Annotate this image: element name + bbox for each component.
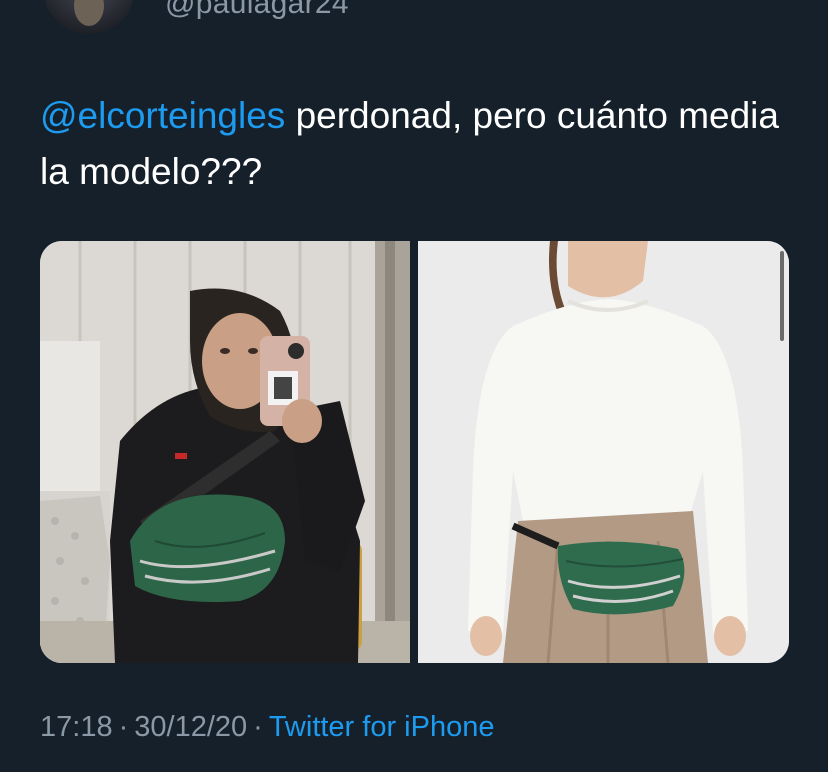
media-photo-right[interactable] bbox=[418, 241, 789, 663]
mirror-selfie-image bbox=[40, 241, 410, 663]
avatar[interactable] bbox=[44, 0, 134, 34]
meta-separator: · bbox=[118, 711, 129, 743]
meta-separator: · bbox=[253, 711, 263, 743]
tweet-text: @elcorteingles perdonad, pero cuánto med… bbox=[40, 88, 800, 200]
media-photo-left[interactable] bbox=[40, 241, 410, 663]
media-grid bbox=[40, 241, 789, 663]
tweet-header: @paulagar24 bbox=[0, 0, 828, 60]
mention-link[interactable]: @elcorteingles bbox=[40, 95, 285, 136]
avatar-face bbox=[74, 0, 104, 26]
tweet-time[interactable]: 17:18 bbox=[40, 711, 113, 743]
user-handle[interactable]: @paulagar24 bbox=[165, 0, 349, 21]
model-product-image bbox=[418, 241, 789, 663]
tweet-meta: 17:18 · 30/12/20 · Twitter for iPhone bbox=[40, 711, 494, 744]
tweet-source[interactable]: Twitter for iPhone bbox=[269, 711, 495, 743]
tweet-date[interactable]: 30/12/20 bbox=[134, 711, 247, 743]
